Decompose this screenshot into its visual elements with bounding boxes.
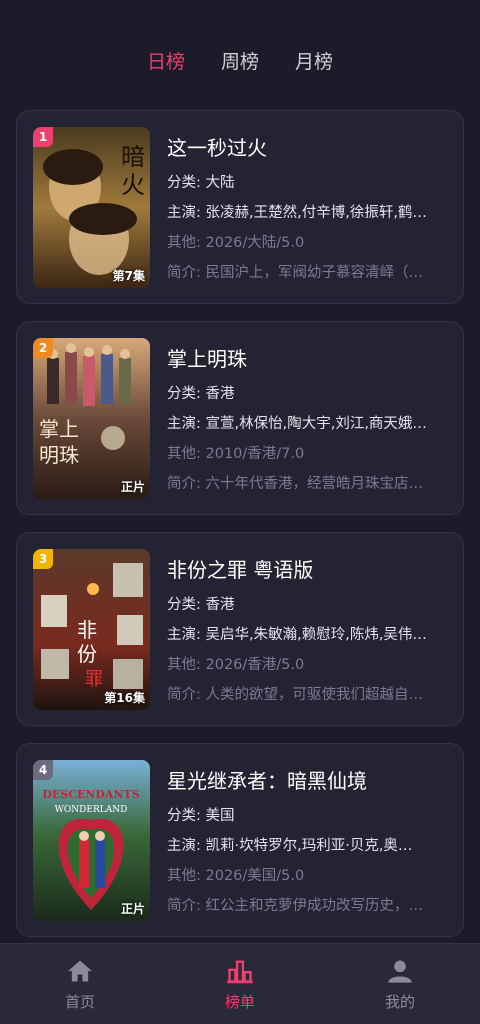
svg-text:非: 非	[77, 618, 97, 642]
summary-text: 简介: 人类的欲望，可驱使我们超越自…	[167, 687, 423, 703]
rank-badge: 1	[33, 127, 53, 147]
ranking-tabs: 日榜 周榜 月榜	[0, 40, 480, 80]
poster-image: 非 份 罪	[33, 549, 150, 710]
category-text: 分类: 大陆	[167, 175, 235, 191]
ranking-card[interactable]: DESCENDANTS WONDERLAND 4 正片 星光继承者：暗黑仙境 分…	[16, 743, 464, 937]
other-info-text: 其他: 2026/大陆/5.0	[167, 235, 305, 251]
cast-text: 主演: 宣萱,林保怡,陶大宇,刘江,商天娥…	[167, 416, 427, 432]
rank-badge: 3	[33, 549, 53, 569]
svg-text:明珠: 明珠	[39, 443, 79, 467]
nav-profile[interactable]: 我的	[340, 957, 460, 1012]
cast-text: 主演: 张凌赫,王楚然,付辛博,徐振轩,鹤…	[167, 205, 427, 221]
poster-thumbnail[interactable]: DESCENDANTS WONDERLAND 4 正片	[33, 760, 150, 921]
svg-text:掌上: 掌上	[39, 417, 79, 441]
nav-ranking[interactable]: 榜单	[180, 957, 300, 1012]
summary-text: 简介: 红公主和克萝伊成功改写历史，…	[167, 898, 423, 914]
poster-image: 掌上 明珠	[33, 338, 150, 499]
episode-badge: 第16集	[104, 691, 145, 705]
bottom-navigation: 首页 榜单 我的	[0, 943, 480, 1024]
summary-text: 简介: 六十年代香港，经营皓月珠宝店…	[167, 476, 423, 492]
drama-title[interactable]: 星光继承者：暗黑仙境	[167, 768, 449, 794]
summary-text: 简介: 民国沪上，军阀幼子慕容清峄（…	[167, 265, 423, 281]
category-text: 分类: 香港	[167, 597, 235, 613]
poster-image: 暗 火	[33, 127, 150, 288]
nav-home[interactable]: 首页	[20, 957, 140, 1012]
tab-weekly[interactable]: 周榜	[221, 47, 259, 74]
ranking-card[interactable]: 非 份 罪 3 第16集 非份之罪 粤语版 分类: 香港 主演: 吴启华,朱敏瀚…	[16, 532, 464, 726]
other-info-text: 其他: 2026/香港/5.0	[167, 657, 305, 673]
ranking-card[interactable]: 暗 火 1 第7集 这一秒过火 分类: 大陆 主演: 张凌赫,王楚然,付辛博,徐…	[16, 110, 464, 304]
svg-text:DESCENDANTS: DESCENDANTS	[42, 788, 139, 801]
nav-profile-label: 我的	[384, 992, 415, 1011]
home-icon	[68, 960, 92, 981]
svg-text:WONDERLAND: WONDERLAND	[55, 805, 128, 815]
rank-badge: 2	[33, 338, 53, 358]
nav-home-label: 首页	[64, 992, 95, 1011]
other-info-text: 其他: 2010/香港/7.0	[167, 446, 305, 462]
chart-icon	[227, 960, 253, 983]
poster-thumbnail[interactable]: 暗 火 1 第7集	[33, 127, 150, 288]
other-info-text: 其他: 2026/美国/5.0	[167, 868, 305, 884]
drama-title[interactable]: 非份之罪 粤语版	[167, 557, 449, 583]
ranking-list: 暗 火 1 第7集 这一秒过火 分类: 大陆 主演: 张凌赫,王楚然,付辛博,徐…	[16, 110, 464, 954]
drama-title[interactable]: 这一秒过火	[167, 135, 449, 161]
ranking-card[interactable]: 掌上 明珠 2 正片 掌上明珠 分类: 香港 主演: 宣萱,林保怡,陶大宇,刘江…	[16, 321, 464, 515]
nav-ranking-label: 榜单	[224, 992, 255, 1011]
svg-text:暗: 暗	[121, 143, 145, 171]
cast-text: 主演: 吴启华,朱敏瀚,赖慰玲,陈炜,吴伟…	[167, 627, 427, 643]
svg-text:罪: 罪	[85, 669, 103, 690]
category-text: 分类: 香港	[167, 386, 235, 402]
cast-text: 主演: 凯莉·坎特罗尔,玛利亚·贝克,奥…	[167, 838, 413, 854]
rank-badge: 4	[33, 760, 53, 780]
tab-daily[interactable]: 日榜	[147, 47, 185, 74]
poster-thumbnail[interactable]: 非 份 罪 3 第16集	[33, 549, 150, 710]
user-icon	[388, 960, 412, 983]
tab-monthly[interactable]: 月榜	[295, 47, 333, 74]
drama-title[interactable]: 掌上明珠	[167, 346, 449, 372]
episode-badge: 第7集	[112, 269, 145, 283]
poster-image: DESCENDANTS WONDERLAND	[33, 760, 150, 921]
episode-badge: 正片	[120, 480, 145, 494]
svg-text:火: 火	[121, 171, 145, 199]
category-text: 分类: 美国	[167, 808, 235, 824]
episode-badge: 正片	[120, 902, 145, 916]
svg-text:份: 份	[77, 642, 97, 666]
poster-thumbnail[interactable]: 掌上 明珠 2 正片	[33, 338, 150, 499]
